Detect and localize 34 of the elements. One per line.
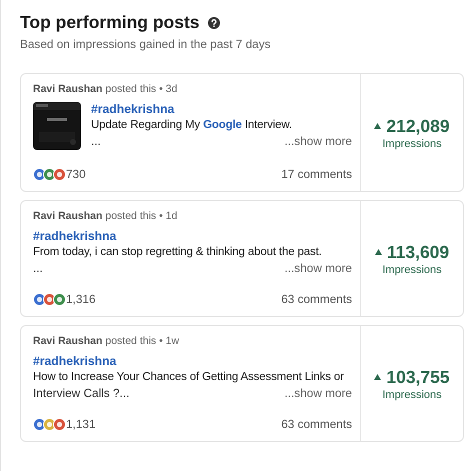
post-text-ending: ... [91,134,101,148]
impressions-label: Impressions [382,388,442,400]
show-more-link[interactable]: ...show more [284,386,352,400]
post-text-ending: ... [33,261,43,275]
comment-count[interactable]: 17 comments [281,167,352,181]
up-triangle-icon [374,249,382,255]
post-author-line: Ravi Raushan posted this • 1d [33,210,178,222]
comment-count[interactable]: 63 comments [281,417,352,431]
show-more-link[interactable]: ...show more [284,134,352,148]
up-triangle-icon [374,123,382,129]
show-more-link[interactable]: ...show more [284,261,352,275]
help-icon[interactable] [208,16,220,28]
post-text: From today, i can stop regretting & thinking about the past. [33,246,322,258]
impressions-label: Impressions [382,138,442,150]
section-title: Top performing posts [20,12,200,33]
section-subtitle: Based on impressions gained in the past 7 days [20,37,272,51]
post-author-line: Ravi Raushan posted this • 3d [33,83,178,95]
impressions-value: 113,609 [386,242,450,262]
post-text: How to Increase Your Chances of Getting Assessment Links or [33,371,344,383]
up-triangle-icon [374,374,382,380]
impressions-value: 212,089 [386,116,450,136]
comment-count[interactable]: 63 comments [281,292,352,306]
impressions-value: 103,755 [386,366,450,388]
hashtag-link[interactable]: #radhekrishna [91,102,174,116]
reaction-count[interactable]: 730 [66,167,86,181]
post-text-ending: Interview Calls ?... [33,386,130,400]
impressions-label: Impressions [382,264,442,276]
hashtag-link[interactable]: #radhekrishna [33,354,116,368]
post-text: Update Regarding My Google Interview. [91,119,292,131]
post-author-line: Ravi Raushan posted this • 1w [33,335,180,347]
mention-link[interactable]: Google [203,119,242,131]
reaction-count[interactable]: 1,131 [66,417,96,431]
reaction-count[interactable]: 1,316 [66,292,96,306]
hashtag-link[interactable]: #radhekrishna [33,229,116,243]
